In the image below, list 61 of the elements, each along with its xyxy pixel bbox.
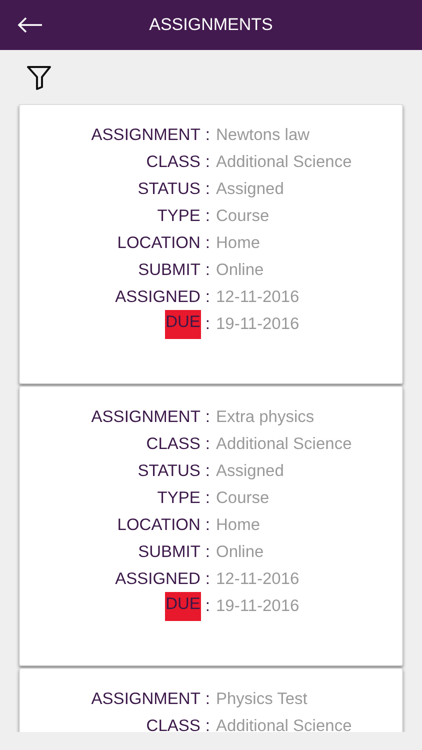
field-separator: : xyxy=(205,570,210,589)
field-value: Newtons law xyxy=(215,126,311,145)
field-label: STATUS xyxy=(136,461,202,482)
field-label: CLASS xyxy=(145,434,202,455)
assignment-card[interactable]: ASSIGNMENT : Physics Test CLASS : Additional Science xyxy=(19,668,403,732)
field-label: SUBMIT xyxy=(137,542,202,563)
field-label: CLASS xyxy=(145,716,202,732)
field-label: LOCATION xyxy=(116,233,202,254)
field-separator: : xyxy=(205,690,210,709)
field-value: Course xyxy=(215,489,270,508)
field-value: Home xyxy=(215,234,262,253)
field-label: ASSIGNED xyxy=(114,569,202,590)
field-value: Home xyxy=(215,516,262,535)
field-separator: : xyxy=(205,180,210,199)
field-separator: : xyxy=(205,516,210,535)
field-separator: : xyxy=(205,315,210,334)
field-label: TYPE xyxy=(156,206,202,227)
field-label: CLASS xyxy=(145,152,202,173)
field-value: Online xyxy=(215,543,265,562)
field-value: Course xyxy=(215,207,270,226)
field-separator: : xyxy=(205,489,210,508)
field-value: 19-11-2016 xyxy=(215,597,300,616)
filter-icon xyxy=(26,64,52,90)
field-label: TYPE xyxy=(156,488,202,509)
assignment-card[interactable]: ASSIGNMENT : Extra physics CLASS : Additional Science STATUS : Assigned TYPE : Course LOCATION : Home SUBMIT : Online ASSIGNED : 12-11-2016 DUE : 19-11-2016 xyxy=(19,386,403,666)
field-value: Additional Science xyxy=(215,435,353,454)
field-label: STATUS xyxy=(136,179,202,200)
field-separator: : xyxy=(205,462,210,481)
field-value: Physics Test xyxy=(215,690,308,709)
field-separator: : xyxy=(205,261,210,280)
field-label: ASSIGNMENT xyxy=(90,125,202,146)
field-value: Assigned xyxy=(215,462,285,481)
back-arrow-icon xyxy=(17,17,43,33)
field-value: Additional Science xyxy=(215,717,353,732)
field-label: SUBMIT xyxy=(137,260,202,281)
field-value: Additional Science xyxy=(215,153,353,172)
field-label: LOCATION xyxy=(116,515,202,536)
field-label: ASSIGNMENT xyxy=(90,689,202,710)
field-separator: : xyxy=(205,597,210,616)
field-separator: : xyxy=(205,153,210,172)
field-value: 19-11-2016 xyxy=(215,315,300,334)
screen-title: ASSIGNMENTS xyxy=(149,15,273,35)
field-value: 12-11-2016 xyxy=(215,288,300,307)
field-separator: : xyxy=(205,126,210,145)
assignment-card[interactable]: ASSIGNMENT : Newtons law CLASS : Additional Science STATUS : Assigned TYPE : Course LOCATION : Home SUBMIT : Online ASSIGNED : 12-11-2016 DUE : 19-11-2016 xyxy=(19,104,403,384)
field-separator: : xyxy=(205,543,210,562)
field-label: DUE xyxy=(164,592,202,621)
field-separator: : xyxy=(205,408,210,427)
field-value: Assigned xyxy=(215,180,285,199)
field-separator: : xyxy=(205,435,210,454)
field-separator: : xyxy=(205,207,210,226)
field-label: ASSIGNMENT xyxy=(90,407,202,428)
filter-button[interactable] xyxy=(26,64,52,90)
field-separator: : xyxy=(205,717,210,732)
field-value: Extra physics xyxy=(215,408,316,427)
field-label: DUE xyxy=(164,310,202,339)
field-separator: : xyxy=(205,288,210,307)
field-value: 12-11-2016 xyxy=(215,570,300,589)
field-separator: : xyxy=(205,234,210,253)
field-value: Online xyxy=(215,261,265,280)
field-label: ASSIGNED xyxy=(114,287,202,308)
